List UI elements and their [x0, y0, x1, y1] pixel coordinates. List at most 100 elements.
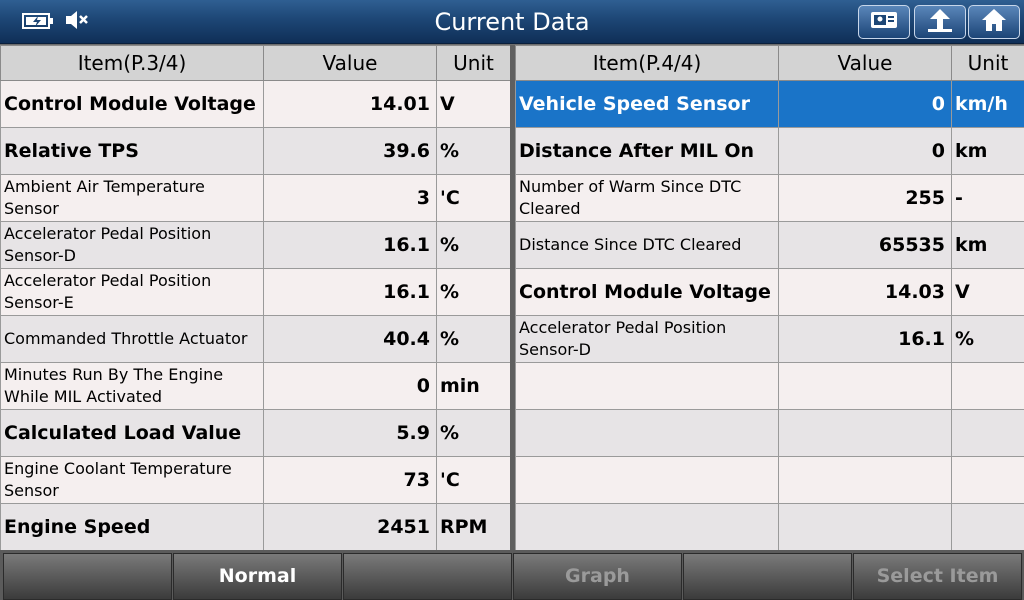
item-cell: Ambient Air Temperature Sensor [0, 174, 264, 222]
value-cell [778, 456, 952, 504]
normal-button[interactable]: Normal [173, 553, 342, 600]
table-row-empty [515, 503, 1024, 551]
column-header-value: Value [778, 45, 952, 81]
item-cell: Relative TPS [0, 127, 264, 175]
unit-cell: km [951, 221, 1024, 269]
table-row[interactable]: Number of Warm Since DTC Cleared 255 - [515, 174, 1024, 222]
table-row[interactable]: Ambient Air Temperature Sensor 3 'C [0, 174, 511, 222]
item-cell: Commanded Throttle Actuator [0, 315, 264, 363]
value-cell [778, 409, 952, 457]
column-header-value: Value [263, 45, 437, 81]
right-data-table: Item(P.4/4) Value Unit Vehicle Speed Sen… [515, 45, 1024, 551]
unit-cell: V [951, 268, 1024, 316]
unit-cell: % [436, 221, 511, 269]
table-row[interactable]: Control Module Voltage 14.03 V [515, 268, 1024, 316]
unit-cell: km/h [951, 80, 1024, 128]
table-row[interactable]: Engine Speed 2451 RPM [0, 503, 511, 551]
value-cell: 14.01 [263, 80, 437, 128]
table-row-selected[interactable]: Vehicle Speed Sensor 0 km/h [515, 80, 1024, 128]
unit-cell: % [436, 268, 511, 316]
right-data-table-panel: Item(P.4/4) Value Unit Vehicle Speed Sen… [515, 45, 1024, 551]
column-header-item: Item(P.3/4) [0, 45, 264, 81]
item-cell: Engine Speed [0, 503, 264, 551]
back-button[interactable] [914, 5, 966, 39]
table-row-empty [515, 409, 1024, 457]
unit-cell: RPM [436, 503, 511, 551]
value-cell [778, 362, 952, 410]
table-row-empty [515, 362, 1024, 410]
toolbar-button-blank-1[interactable] [3, 553, 172, 600]
item-cell [515, 409, 779, 457]
table-row[interactable]: Control Module Voltage 14.01 V [0, 80, 511, 128]
table-row[interactable]: Relative TPS 39.6 % [0, 127, 511, 175]
table-row[interactable]: Distance After MIL On 0 km [515, 127, 1024, 175]
graph-button[interactable]: Graph [513, 553, 682, 600]
value-cell: 39.6 [263, 127, 437, 175]
column-header-unit: Unit [436, 45, 511, 81]
value-cell: 0 [263, 362, 437, 410]
back-arrow-icon [926, 7, 954, 37]
toolbar-button-blank-3[interactable] [683, 553, 852, 600]
home-icon [980, 7, 1008, 37]
table-header-row: Item(P.3/4) Value Unit [0, 45, 511, 81]
item-cell: Calculated Load Value [0, 409, 264, 457]
table-row[interactable]: Calculated Load Value 5.9 % [0, 409, 511, 457]
value-cell: 16.1 [263, 221, 437, 269]
item-cell: Accelerator Pedal Position Sensor-D [515, 315, 779, 363]
title-bar: Current Data [0, 0, 1024, 44]
table-header-row: Item(P.4/4) Value Unit [515, 45, 1024, 81]
table-row[interactable]: Accelerator Pedal Position Sensor-D 16.1… [515, 315, 1024, 363]
table-row[interactable]: Minutes Run By The Engine While MIL Acti… [0, 362, 511, 410]
table-row-empty [515, 456, 1024, 504]
unit-cell: 'C [436, 456, 511, 504]
item-cell: Accelerator Pedal Position Sensor-D [0, 221, 264, 269]
report-icon [869, 9, 899, 35]
item-cell [515, 456, 779, 504]
unit-cell: % [436, 409, 511, 457]
value-cell: 16.1 [263, 268, 437, 316]
unit-cell: - [951, 174, 1024, 222]
value-cell: 73 [263, 456, 437, 504]
item-cell: Accelerator Pedal Position Sensor-E [0, 268, 264, 316]
value-cell: 16.1 [778, 315, 952, 363]
table-row[interactable]: Commanded Throttle Actuator 40.4 % [0, 315, 511, 363]
unit-cell [951, 409, 1024, 457]
table-row[interactable]: Accelerator Pedal Position Sensor-E 16.1… [0, 268, 511, 316]
unit-cell: % [436, 127, 511, 175]
unit-cell: km [951, 127, 1024, 175]
value-cell: 3 [263, 174, 437, 222]
item-cell: Minutes Run By The Engine While MIL Acti… [0, 362, 264, 410]
left-data-table: Item(P.3/4) Value Unit Control Module Vo… [0, 45, 511, 551]
table-row[interactable]: Accelerator Pedal Position Sensor-D 16.1… [0, 221, 511, 269]
table-row[interactable]: Engine Coolant Temperature Sensor 73 'C [0, 456, 511, 504]
home-button[interactable] [968, 5, 1020, 39]
item-cell: Number of Warm Since DTC Cleared [515, 174, 779, 222]
unit-cell [951, 456, 1024, 504]
toolbar-button-blank-2[interactable] [343, 553, 512, 600]
unit-cell: % [436, 315, 511, 363]
select-item-button[interactable]: Select Item [853, 553, 1022, 600]
value-cell: 255 [778, 174, 952, 222]
item-cell: Distance After MIL On [515, 127, 779, 175]
report-button[interactable] [858, 5, 910, 39]
unit-cell [951, 503, 1024, 551]
unit-cell: 'C [436, 174, 511, 222]
value-cell [778, 503, 952, 551]
item-cell [515, 362, 779, 410]
column-header-item: Item(P.4/4) [515, 45, 779, 81]
value-cell: 2451 [263, 503, 437, 551]
value-cell: 5.9 [263, 409, 437, 457]
bottom-toolbar: Normal Graph Select Item [0, 550, 1024, 600]
item-cell: Control Module Voltage [515, 268, 779, 316]
unit-cell: V [436, 80, 511, 128]
item-cell: Engine Coolant Temperature Sensor [0, 456, 264, 504]
unit-cell: % [951, 315, 1024, 363]
value-cell: 0 [778, 127, 952, 175]
value-cell: 40.4 [263, 315, 437, 363]
item-cell: Vehicle Speed Sensor [515, 80, 779, 128]
value-cell: 65535 [778, 221, 952, 269]
item-cell: Control Module Voltage [0, 80, 264, 128]
table-row[interactable]: Distance Since DTC Cleared 65535 km [515, 221, 1024, 269]
unit-cell: min [436, 362, 511, 410]
column-header-unit: Unit [951, 45, 1024, 81]
